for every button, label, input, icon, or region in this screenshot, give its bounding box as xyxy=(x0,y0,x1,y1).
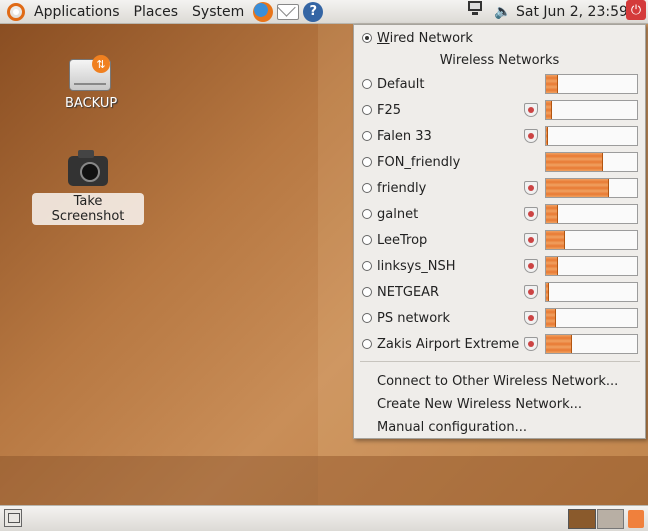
desktop-icon-label: BACKUP xyxy=(65,96,118,111)
secured-shield-icon xyxy=(524,129,538,143)
signal-strength-bar xyxy=(545,152,638,172)
wireless-network-name: friendly xyxy=(377,180,427,196)
bottom-panel xyxy=(0,505,648,531)
applications-menu[interactable]: Applications xyxy=(27,0,127,24)
radio-icon xyxy=(362,79,372,89)
signal-strength-bar xyxy=(545,334,638,354)
mail-icon[interactable] xyxy=(277,3,300,20)
places-menu[interactable]: Places xyxy=(127,0,186,24)
signal-strength-bar xyxy=(545,74,638,94)
radio-icon xyxy=(362,313,372,323)
signal-strength-bar xyxy=(545,230,638,250)
signal-strength-bar xyxy=(545,100,638,120)
manual-configuration-label: Manual configuration... xyxy=(377,419,528,435)
signal-strength-bar xyxy=(545,256,638,276)
radio-icon xyxy=(362,209,372,219)
wireless-network-item[interactable]: LeeTrop xyxy=(354,227,645,253)
ubuntu-logo-icon[interactable] xyxy=(7,2,25,21)
radio-icon xyxy=(362,235,372,245)
secured-shield-icon xyxy=(524,181,538,195)
radio-icon xyxy=(362,105,372,115)
power-icon[interactable]: ⏻ xyxy=(626,0,646,20)
connect-other-network-label: Connect to Other Wireless Network... xyxy=(377,373,619,389)
workspace-1[interactable] xyxy=(568,509,596,529)
volume-icon[interactable]: 🔈 xyxy=(494,0,511,24)
secured-shield-icon xyxy=(524,233,538,247)
desktop-icon-take-screenshot[interactable]: Take Screenshot xyxy=(32,150,144,225)
wireless-network-item[interactable]: NETGEAR xyxy=(354,279,645,305)
signal-strength-fill xyxy=(546,75,558,93)
wireless-network-item[interactable]: friendly xyxy=(354,175,645,201)
radio-icon xyxy=(362,261,372,271)
signal-strength-bar xyxy=(545,308,638,328)
radio-icon xyxy=(362,339,372,349)
signal-strength-fill xyxy=(546,101,552,119)
wireless-network-name: F25 xyxy=(377,102,402,118)
wireless-network-item[interactable]: F25 xyxy=(354,97,645,123)
wireless-network-name: PS network xyxy=(377,310,451,326)
usb-badge-icon: ⇅ xyxy=(92,55,110,73)
signal-strength-fill xyxy=(546,283,549,301)
wireless-network-item[interactable]: galnet xyxy=(354,201,645,227)
menu-separator xyxy=(360,361,640,362)
wireless-networks-header: Wireless Networks xyxy=(439,52,560,68)
wired-network-label: Wired Network xyxy=(377,31,473,46)
signal-strength-fill xyxy=(546,153,603,171)
wireless-network-item[interactable]: Default xyxy=(354,71,645,97)
desktop-icon-backup[interactable]: ⇅ BACKUP xyxy=(62,55,118,112)
secured-shield-icon xyxy=(524,311,538,325)
wireless-network-name: LeeTrop xyxy=(377,232,428,248)
network-menu: Wired Network Wireless Networks Connect … xyxy=(353,24,646,439)
radio-icon xyxy=(362,157,372,167)
signal-strength-fill xyxy=(546,309,556,327)
manual-configuration-item[interactable]: Manual configuration... xyxy=(354,414,645,440)
signal-strength-fill xyxy=(546,205,558,223)
wallpaper-band xyxy=(318,456,648,505)
secured-shield-icon xyxy=(524,103,538,117)
radio-icon xyxy=(362,183,372,193)
wireless-network-name: Zakis Airport Extreme xyxy=(377,336,520,352)
help-icon[interactable]: ? xyxy=(303,1,324,22)
trash-icon[interactable] xyxy=(628,510,644,528)
wireless-network-item[interactable]: linksys_NSH xyxy=(354,253,645,279)
wireless-network-name: FON_friendly xyxy=(377,154,461,170)
signal-strength-fill xyxy=(546,257,558,275)
wireless-network-name: Falen 33 xyxy=(377,128,432,144)
secured-shield-icon xyxy=(524,207,538,221)
signal-strength-fill xyxy=(546,179,609,197)
signal-strength-bar xyxy=(545,178,638,198)
radio-icon xyxy=(362,287,372,297)
signal-strength-fill xyxy=(546,231,565,249)
signal-strength-bar xyxy=(545,282,638,302)
signal-strength-fill xyxy=(546,335,572,353)
workspace-2[interactable] xyxy=(597,509,624,529)
secured-shield-icon xyxy=(524,285,538,299)
create-new-network-label: Create New Wireless Network... xyxy=(377,396,583,412)
secured-shield-icon xyxy=(524,259,538,273)
radio-icon xyxy=(362,131,372,141)
signal-strength-fill xyxy=(546,127,548,145)
wireless-network-item[interactable]: Zakis Airport Extreme xyxy=(354,331,645,357)
camera-icon xyxy=(68,150,108,186)
show-desktop-button[interactable] xyxy=(4,509,22,527)
wireless-network-item[interactable]: Falen 33 xyxy=(354,123,645,149)
signal-strength-bar xyxy=(545,204,638,224)
clock[interactable]: Sat Jun 2, 23:59 xyxy=(516,0,628,24)
wireless-network-name: Default xyxy=(377,76,425,92)
radio-selected-icon xyxy=(362,33,372,43)
mnemonic-w: W xyxy=(377,30,390,46)
firefox-icon[interactable] xyxy=(253,1,274,22)
wireless-network-name: galnet xyxy=(377,206,419,222)
desktop-icon-label: Take Screenshot xyxy=(32,193,144,225)
secured-shield-icon xyxy=(524,337,538,351)
wireless-network-item[interactable]: PS network xyxy=(354,305,645,331)
system-menu[interactable]: System xyxy=(185,0,251,24)
wireless-network-name: linksys_NSH xyxy=(377,258,456,274)
signal-strength-bar xyxy=(545,126,638,146)
wireless-network-item[interactable]: FON_friendly xyxy=(354,149,645,175)
wallpaper-band xyxy=(0,456,318,505)
wired-network-rest: ired Network xyxy=(389,30,473,46)
network-manager-icon[interactable] xyxy=(466,0,484,16)
wireless-network-name: NETGEAR xyxy=(377,284,440,300)
